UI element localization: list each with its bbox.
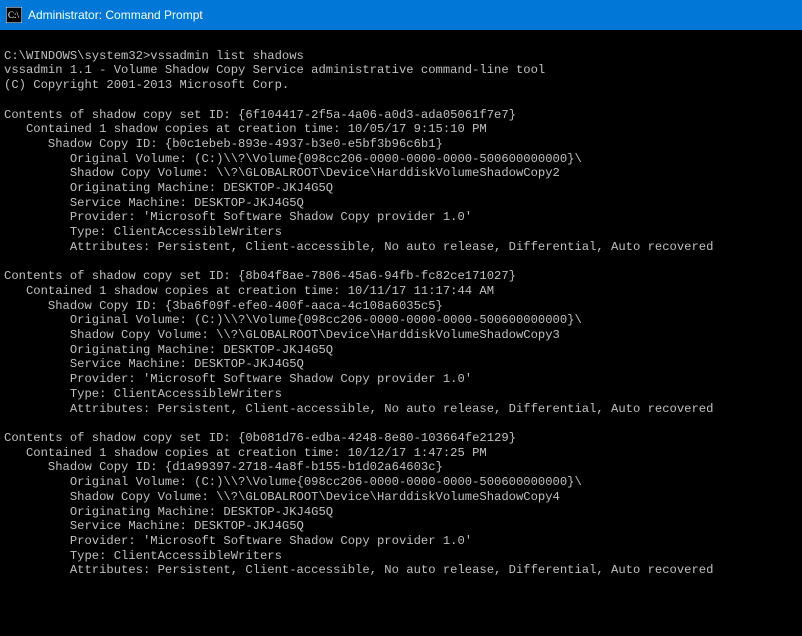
svg-text:C:\: C:\ [8,10,20,20]
cmd-icon: C:\ [6,7,22,23]
terminal-output[interactable]: C:\WINDOWS\system32>vssadmin list shadow… [0,30,802,636]
window-titlebar[interactable]: C:\ Administrator: Command Prompt [0,0,802,30]
window-title: Administrator: Command Prompt [28,8,203,22]
